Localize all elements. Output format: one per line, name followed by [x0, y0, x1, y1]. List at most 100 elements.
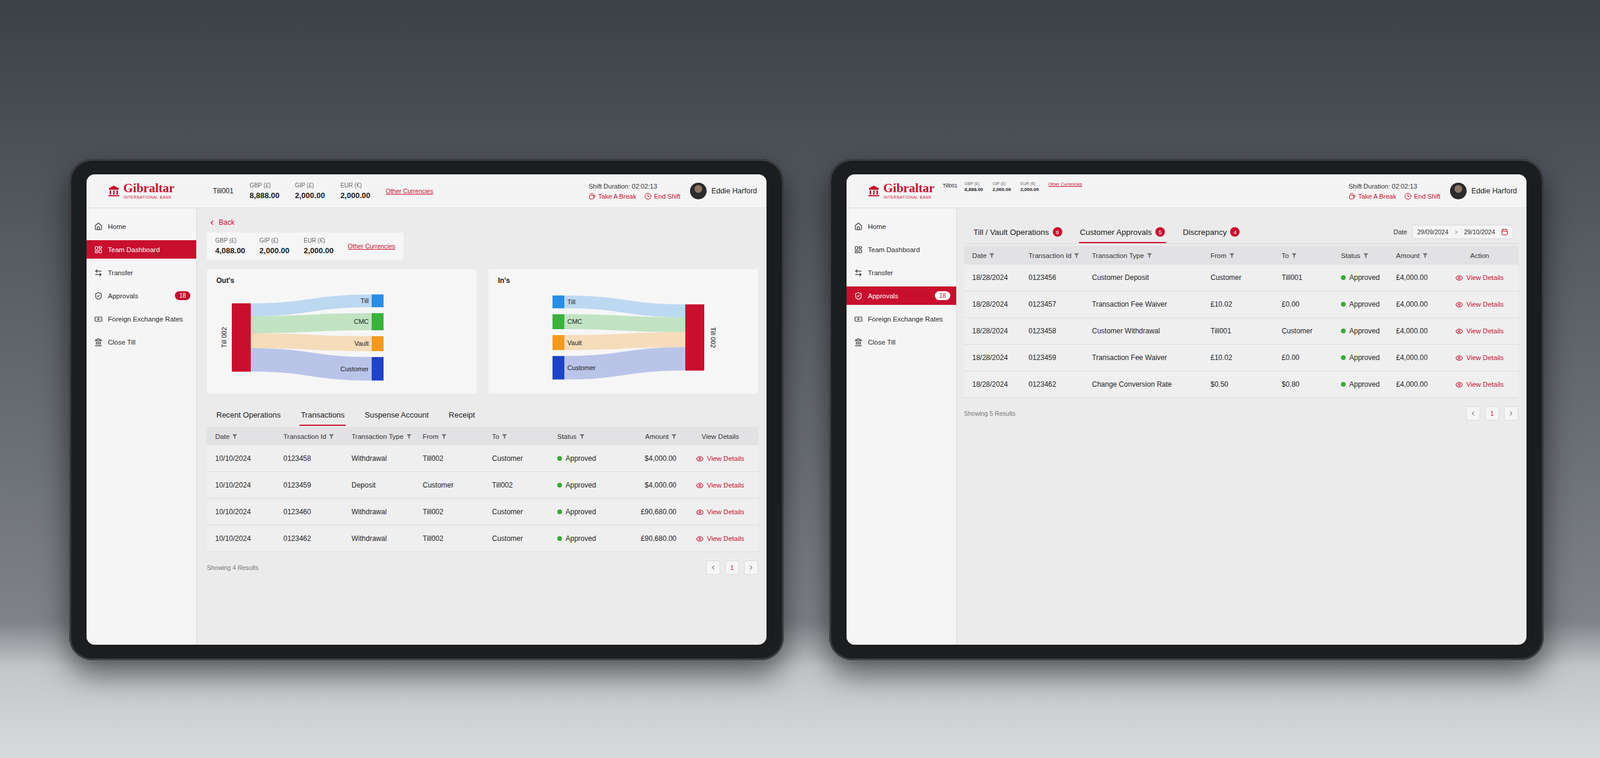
- view-details-link[interactable]: View Details: [1449, 327, 1510, 335]
- view-details-link[interactable]: View Details: [1449, 353, 1510, 362]
- table-row[interactable]: 18/28/20240123462Change Conversion Rate$…: [963, 371, 1519, 398]
- filter-icon[interactable]: [1291, 253, 1297, 258]
- table-row[interactable]: 18/28/20240123457Transaction Fee Waiver£…: [963, 291, 1519, 318]
- filter-icon[interactable]: [329, 433, 334, 439]
- tab[interactable]: Customer Approvals5: [1078, 219, 1167, 244]
- table-row[interactable]: 10/10/20240123459DepositCustomerTill002A…: [206, 471, 759, 499]
- tab[interactable]: Suspense Account: [363, 403, 430, 426]
- table-row[interactable]: 18/28/20240123456Customer DepositCustome…: [963, 264, 1519, 292]
- column-header[interactable]: To: [1281, 251, 1341, 260]
- table-row[interactable]: 10/10/20240123462WithdrawalTill002Custom…: [206, 525, 759, 552]
- column-header[interactable]: From: [1210, 251, 1282, 260]
- filter-icon[interactable]: [1363, 253, 1369, 258]
- sidebar-item[interactable]: Close Till: [86, 332, 197, 351]
- flow-node[interactable]: [371, 294, 384, 308]
- sidebar-item[interactable]: Approvals18: [86, 286, 197, 305]
- filter-icon[interactable]: [502, 433, 507, 439]
- user-menu[interactable]: Eddie Harford: [690, 182, 758, 200]
- shift-action-button[interactable]: Take A Break: [1348, 192, 1397, 200]
- page-button[interactable]: 1: [1484, 406, 1500, 421]
- filter-icon[interactable]: [1147, 253, 1152, 258]
- filter-icon[interactable]: [1422, 253, 1428, 258]
- shift-action-button[interactable]: End Shift: [644, 192, 681, 200]
- column-header[interactable]: Transaction Id: [1028, 251, 1092, 260]
- sidebar-item[interactable]: Home: [846, 216, 957, 236]
- flow-band[interactable]: [564, 314, 686, 332]
- column-header[interactable]: Amount: [631, 432, 691, 440]
- user-menu[interactable]: Eddie Harford: [1450, 182, 1518, 200]
- column-header[interactable]: Date: [972, 251, 1029, 260]
- column-header[interactable]: Transaction Type: [1091, 251, 1211, 260]
- column-header[interactable]: To: [492, 432, 558, 440]
- flow-band[interactable]: [564, 295, 686, 318]
- previous-page-button[interactable]: [1466, 406, 1481, 421]
- flow-node[interactable]: [371, 336, 384, 351]
- sidebar-item[interactable]: Foreign Exchange Rates: [846, 309, 957, 328]
- column-header[interactable]: Status: [1340, 251, 1397, 260]
- back-button[interactable]: Back: [206, 218, 759, 227]
- flow-node[interactable]: [552, 295, 565, 309]
- column-header[interactable]: Transaction Id: [283, 432, 352, 440]
- filter-icon[interactable]: [1074, 253, 1079, 258]
- column-header[interactable]: Status: [557, 432, 632, 440]
- table-row[interactable]: 18/28/20240123459Transaction Fee Waiver£…: [963, 344, 1519, 372]
- filter-icon[interactable]: [406, 433, 412, 439]
- shift-action-button[interactable]: End Shift: [1404, 192, 1441, 200]
- column-header[interactable]: Amount: [1396, 251, 1450, 260]
- flow-band[interactable]: [564, 331, 686, 350]
- tab[interactable]: Recent Operations: [215, 403, 282, 426]
- other-currencies-link[interactable]: Other Currencies: [385, 187, 434, 195]
- view-details-link[interactable]: View Details: [1449, 300, 1510, 309]
- tab[interactable]: Receipt: [447, 403, 477, 426]
- view-details-link[interactable]: View Details: [690, 481, 750, 490]
- sidebar-item[interactable]: Close Till: [846, 332, 957, 351]
- next-page-button[interactable]: [743, 560, 759, 575]
- calendar-icon[interactable]: [1501, 228, 1509, 236]
- sidebar-item[interactable]: Transfer: [846, 263, 957, 282]
- logo[interactable]: GibraltarINTERNATIONAL BANK: [846, 181, 935, 200]
- till-node-bar[interactable]: [231, 302, 251, 372]
- other-currencies-link[interactable]: Other Currencies: [1048, 181, 1082, 187]
- flow-node[interactable]: [371, 356, 384, 381]
- tab[interactable]: Transactions: [299, 403, 346, 426]
- flow-node[interactable]: [552, 314, 565, 330]
- filter-icon[interactable]: [671, 433, 677, 439]
- flow-node[interactable]: [552, 334, 565, 350]
- view-details-link[interactable]: View Details: [690, 454, 750, 463]
- flow-band[interactable]: [250, 333, 372, 351]
- page-button[interactable]: 1: [725, 560, 740, 575]
- filter-icon[interactable]: [1229, 253, 1235, 258]
- flow-band[interactable]: [250, 313, 372, 334]
- column-header[interactable]: Date: [215, 432, 284, 440]
- flow-band[interactable]: [250, 347, 372, 381]
- view-details-link[interactable]: View Details: [690, 508, 750, 516]
- flow-band[interactable]: [250, 294, 372, 316]
- sidebar-item[interactable]: Approvals18: [846, 286, 957, 305]
- table-row[interactable]: 18/28/20240123458Customer WithdrawalTill…: [963, 317, 1519, 345]
- flow-node[interactable]: [552, 355, 565, 380]
- column-header[interactable]: Transaction Type: [351, 432, 423, 440]
- sidebar-item[interactable]: Transfer: [86, 263, 197, 282]
- table-row[interactable]: 10/10/20240123458WithdrawalTill002Custom…: [206, 445, 759, 472]
- flow-node[interactable]: [371, 313, 384, 331]
- till-node-bar[interactable]: [685, 304, 705, 371]
- sidebar-item[interactable]: Team Dashboard: [86, 240, 197, 259]
- filter-icon[interactable]: [579, 433, 585, 439]
- view-details-link[interactable]: View Details: [1449, 380, 1510, 389]
- sidebar-item[interactable]: Foreign Exchange Rates: [86, 309, 197, 328]
- logo[interactable]: GibraltarINTERNATIONAL BANK: [86, 181, 197, 200]
- view-details-link[interactable]: View Details: [690, 534, 750, 543]
- tab[interactable]: Discrepancy4: [1181, 219, 1241, 244]
- filter-icon[interactable]: [989, 253, 995, 258]
- date-range-field[interactable]: 29/09/2024>29/10/2024: [1412, 224, 1514, 239]
- filter-icon[interactable]: [441, 433, 447, 439]
- previous-page-button[interactable]: [706, 560, 721, 575]
- next-page-button[interactable]: [1503, 406, 1519, 421]
- sidebar-item[interactable]: Home: [86, 216, 197, 236]
- table-row[interactable]: 10/10/20240123460WithdrawalTill002Custom…: [206, 498, 759, 526]
- column-header[interactable]: From: [422, 432, 493, 440]
- sidebar-item[interactable]: Team Dashboard: [846, 240, 957, 259]
- flow-band[interactable]: [564, 346, 686, 380]
- tab[interactable]: Till / Vault Operations9: [972, 219, 1064, 244]
- other-currencies-link[interactable]: Other Currencies: [347, 242, 396, 250]
